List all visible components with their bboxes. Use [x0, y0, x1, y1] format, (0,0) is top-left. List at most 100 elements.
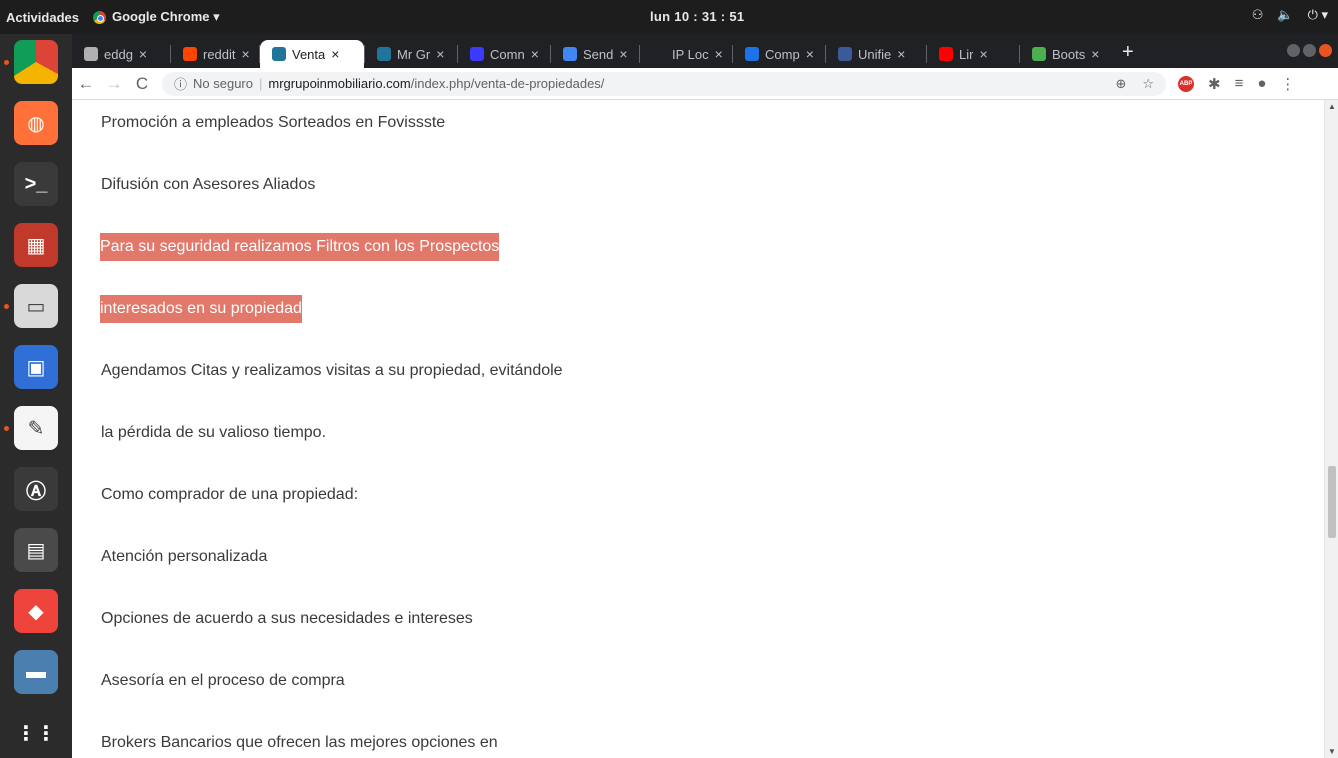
tab-close-icon[interactable]: ×: [619, 46, 627, 62]
dock-show-apps-icon[interactable]: ⋮⋮: [14, 711, 58, 755]
tab-close-icon[interactable]: ×: [531, 46, 539, 62]
favicon-icon: [470, 47, 484, 61]
tab-title: Mr Gr: [397, 46, 431, 62]
tab-title: reddit: [203, 46, 236, 62]
favicon-icon: [745, 47, 759, 61]
activities-button[interactable]: Actividades: [0, 10, 87, 25]
running-indicator: [4, 426, 9, 431]
tab-2[interactable]: reddit ×: [171, 40, 259, 68]
adblock-icon[interactable]: ABP: [1178, 75, 1194, 92]
text-line: Promoción a empleados Sorteados en Fovis…: [101, 114, 446, 131]
tab-close-icon[interactable]: ×: [1091, 46, 1099, 62]
tab-title: Comn: [490, 46, 525, 62]
tab-strip: eddg × reddit × Venta × Mr Gr × Comn × Send × IP Loc…: [72, 34, 1338, 68]
dock-terminal-icon[interactable]: >_: [14, 162, 58, 206]
tab-title: Boots: [1052, 46, 1086, 62]
tab-6[interactable]: Send ×: [551, 40, 639, 68]
highlighted-text-line: Para su seguridad realizamos Filtros con…: [100, 233, 500, 261]
maximize-icon[interactable]: [1303, 44, 1316, 57]
tab-3[interactable]: Venta ×: [260, 40, 364, 68]
menu-kebab-icon[interactable]: ⋮: [1280, 75, 1295, 93]
tab-5[interactable]: Comn ×: [458, 40, 550, 68]
dock-remote-app-icon[interactable]: ▣: [14, 345, 58, 389]
dock-firefox-icon[interactable]: ◍: [14, 101, 58, 145]
highlighted-text-line: interesados en su propiedad: [100, 295, 302, 323]
forward-button[interactable]: →: [100, 74, 128, 94]
favicon-icon: [1032, 47, 1046, 61]
tab-title: Lir: [959, 46, 974, 62]
url-path: /index.php/venta-de-propiedades/: [410, 76, 605, 91]
page-scrollbar[interactable]: ▲ ▼: [1324, 100, 1338, 758]
new-tab-button[interactable]: +: [1112, 41, 1144, 68]
minimize-icon[interactable]: [1287, 44, 1300, 57]
running-indicator: [4, 304, 9, 309]
tab-4[interactable]: Mr Gr ×: [365, 40, 457, 68]
favicon-icon: [563, 47, 577, 61]
favicon-icon: [838, 47, 852, 61]
browser-window: eddg × reddit × Venta × Mr Gr × Comn × Send × IP Loc…: [72, 34, 1338, 758]
tab-title: Comp: [765, 46, 800, 62]
reading-list-icon[interactable]: ≡: [1235, 75, 1244, 92]
tab-close-icon[interactable]: ×: [979, 46, 987, 62]
back-button[interactable]: ←: [72, 74, 100, 94]
tab-8[interactable]: Comp ×: [733, 40, 825, 68]
text-line: la pérdida de su valioso tiempo.: [101, 424, 327, 441]
scroll-down-arrow-icon[interactable]: ▼: [1328, 747, 1336, 756]
running-indicator: [4, 60, 9, 65]
tab-close-icon[interactable]: ×: [897, 46, 905, 62]
dock-software-updater-icon[interactable]: Ⓐ: [14, 467, 58, 511]
clock[interactable]: lun 10 : 31 : 51: [650, 9, 744, 24]
extensions-area: ABP ✱ ≡ ● ⋮: [1166, 75, 1295, 93]
dock-calculator-icon[interactable]: ▤: [14, 528, 58, 572]
dock-chrome-icon[interactable]: [14, 40, 58, 84]
dock-drive-app-icon[interactable]: ▬: [14, 650, 58, 694]
close-window-icon[interactable]: [1319, 44, 1332, 57]
tab-9[interactable]: Unifie ×: [826, 40, 926, 68]
text-line: Difusión con Asesores Aliados: [101, 176, 316, 193]
volume-icon: 🔈: [1277, 7, 1294, 22]
favicon-icon: [272, 47, 286, 61]
bookmark-star-icon[interactable]: ☆: [1142, 76, 1154, 92]
scroll-thumb[interactable]: [1328, 466, 1336, 538]
tab-close-icon[interactable]: ×: [715, 46, 723, 62]
extensions-puzzle-icon[interactable]: ✱: [1208, 75, 1221, 93]
dock-grid-app-icon[interactable]: ▦: [14, 223, 58, 267]
tab-title: Venta: [292, 46, 326, 62]
text-line: Brokers Bancarios que ofrecen las mejore…: [101, 734, 498, 751]
favicon-icon: [939, 47, 953, 61]
tab-close-icon[interactable]: ×: [331, 46, 339, 62]
chrome-icon: [92, 10, 106, 24]
text-line: Como comprador de una propiedad:: [101, 486, 359, 503]
system-top-bar: Actividades Google Chrome ▾ lun 10 : 31 …: [0, 0, 1338, 34]
app-menu[interactable]: Google Chrome ▾: [87, 9, 220, 25]
tab-1[interactable]: eddg ×: [72, 40, 170, 68]
tab-close-icon[interactable]: ×: [242, 46, 250, 62]
tab-11[interactable]: Boots ×: [1020, 40, 1112, 68]
tab-10[interactable]: Lir ×: [927, 40, 1019, 68]
info-icon[interactable]: ⓘ: [174, 74, 187, 93]
dock-anydesk-icon[interactable]: ◆: [14, 589, 58, 633]
text-line: Agendamos Citas y realizamos visitas a s…: [101, 362, 563, 379]
browser-toolbar: ← → C ⓘ No seguro | mrgrupoinmobiliario.…: [72, 68, 1338, 100]
reload-button[interactable]: C: [128, 74, 156, 94]
tab-7[interactable]: IP Loc ×: [640, 40, 732, 68]
address-bar[interactable]: ⓘ No seguro | mrgrupoinmobiliario.com /i…: [162, 71, 1166, 96]
tab-close-icon[interactable]: ×: [139, 46, 147, 62]
tab-close-icon[interactable]: ×: [436, 46, 444, 62]
security-label: No seguro: [193, 76, 253, 91]
dock-text-editor-icon[interactable]: ✎: [14, 406, 58, 450]
window-controls: [1287, 44, 1332, 57]
network-icon: ⚇: [1251, 7, 1264, 22]
scroll-up-arrow-icon[interactable]: ▲: [1328, 102, 1336, 111]
text-line: Asesoría en el proceso de compra: [101, 672, 345, 689]
favicon-icon: [183, 47, 197, 61]
text-line: Opciones de acuerdo a sus necesidades e …: [101, 610, 473, 627]
tab-close-icon[interactable]: ×: [806, 46, 814, 62]
dock-files-icon[interactable]: ▭: [14, 284, 58, 328]
text-line: Atención personalizada: [101, 548, 268, 565]
app-menu-label: Google Chrome ▾: [111, 9, 220, 24]
favicon-icon: [652, 47, 666, 61]
system-tray[interactable]: ⚇ 🔈 ⏻ ▾: [1252, 7, 1328, 23]
profile-icon[interactable]: ●: [1257, 75, 1266, 92]
zoom-icon[interactable]: ⊕: [1115, 76, 1126, 92]
